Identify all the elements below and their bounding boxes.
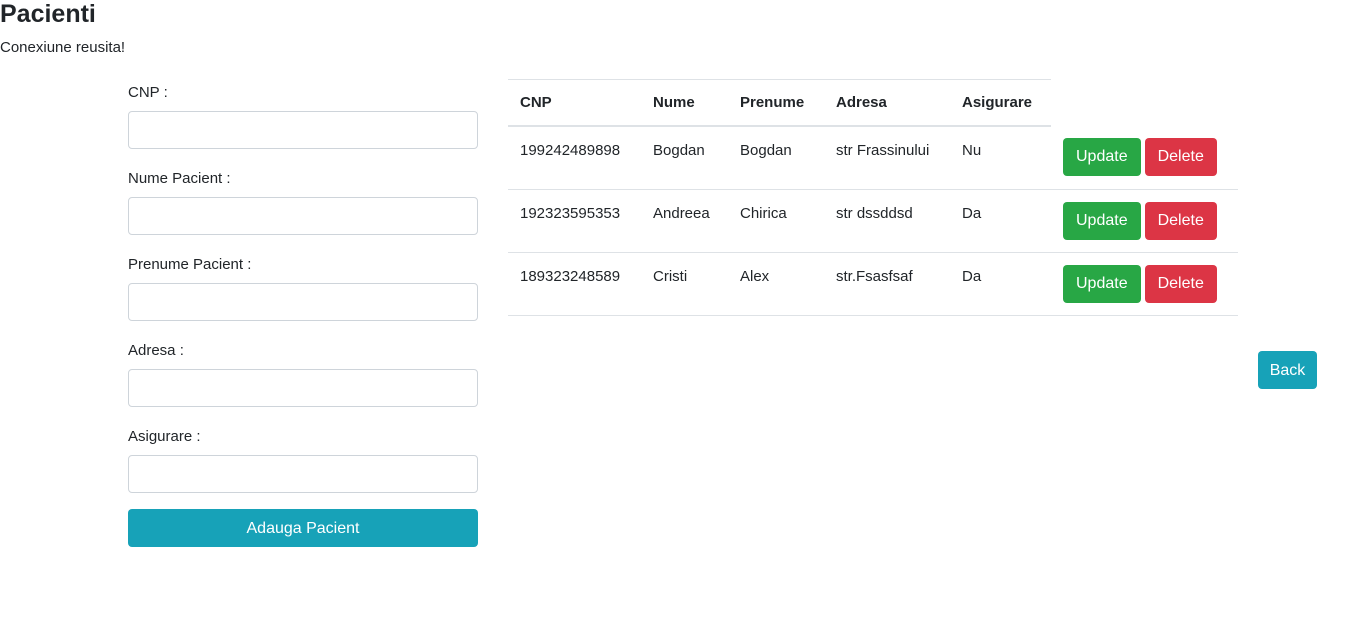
- column-header-actions: [1051, 79, 1238, 126]
- patient-form: CNP : Nume Pacient : Prenume Pacient : A…: [128, 80, 478, 547]
- back-button[interactable]: Back: [1258, 351, 1317, 389]
- cell-actions: Update Delete: [1051, 126, 1238, 190]
- delete-button[interactable]: Delete: [1144, 138, 1217, 176]
- table-row: 192323595353 Andreea Chirica str dssddsd…: [508, 189, 1238, 253]
- cell-cnp: 192323595353: [508, 189, 641, 253]
- cell-nume: Bogdan: [641, 126, 728, 190]
- prenume-label: Prenume Pacient :: [128, 256, 252, 273]
- connection-status: Conexiune reusita!: [0, 39, 126, 56]
- column-header-asigurare: Asigurare: [950, 79, 1051, 127]
- column-header-adresa: Adresa: [824, 79, 950, 127]
- cell-actions: Update Delete: [1051, 189, 1238, 253]
- table-row: 199242489898 Bogdan Bogdan str Frassinul…: [508, 126, 1238, 190]
- cell-nume: Cristi: [641, 252, 728, 316]
- column-header-nume: Nume: [641, 79, 728, 127]
- adresa-group: Adresa :: [128, 338, 478, 424]
- asigurare-label: Asigurare :: [128, 428, 201, 445]
- cnp-label: CNP :: [128, 84, 168, 101]
- cell-adresa: str.Fsasfsaf: [824, 252, 950, 316]
- patients-table-container: CNP Nume Prenume Adresa Asigurare 199242…: [508, 79, 1238, 316]
- cell-nume: Andreea: [641, 189, 728, 253]
- add-patient-button[interactable]: Adauga Pacient: [128, 509, 478, 547]
- cell-actions: Update Delete: [1051, 252, 1238, 316]
- table-row: 189323248589 Cristi Alex str.Fsasfsaf Da…: [508, 252, 1238, 316]
- patients-table: CNP Nume Prenume Adresa Asigurare 199242…: [508, 79, 1238, 316]
- delete-button[interactable]: Delete: [1144, 264, 1217, 303]
- table-header-row: CNP Nume Prenume Adresa Asigurare: [508, 79, 1238, 127]
- delete-button[interactable]: Delete: [1144, 201, 1217, 240]
- adresa-input[interactable]: [128, 369, 478, 407]
- cell-adresa: str dssddsd: [824, 189, 950, 253]
- cell-adresa: str Frassinului: [824, 126, 950, 190]
- cell-cnp: 189323248589: [508, 252, 641, 316]
- cell-asigurare: Nu: [950, 126, 1051, 190]
- nume-label: Nume Pacient :: [128, 170, 231, 187]
- column-header-cnp: CNP: [508, 79, 641, 127]
- cnp-input[interactable]: [128, 111, 478, 149]
- cell-prenume: Alex: [728, 252, 824, 316]
- update-button[interactable]: Update: [1063, 201, 1141, 240]
- cell-asigurare: Da: [950, 252, 1051, 316]
- asigurare-input[interactable]: [128, 455, 478, 493]
- update-button[interactable]: Update: [1063, 138, 1141, 176]
- cell-prenume: Chirica: [728, 189, 824, 253]
- prenume-input[interactable]: [128, 283, 478, 321]
- asigurare-group: Asigurare :: [128, 424, 478, 510]
- nume-input[interactable]: [128, 197, 478, 235]
- prenume-group: Prenume Pacient :: [128, 252, 478, 338]
- update-button[interactable]: Update: [1063, 264, 1141, 303]
- page-title: Pacienti: [0, 0, 96, 28]
- cell-cnp: 199242489898: [508, 126, 641, 190]
- cnp-group: CNP :: [128, 80, 478, 166]
- adresa-label: Adresa :: [128, 342, 184, 359]
- cell-asigurare: Da: [950, 189, 1051, 253]
- nume-group: Nume Pacient :: [128, 166, 478, 252]
- cell-prenume: Bogdan: [728, 126, 824, 190]
- table-top-border: [508, 79, 1051, 80]
- column-header-prenume: Prenume: [728, 79, 824, 127]
